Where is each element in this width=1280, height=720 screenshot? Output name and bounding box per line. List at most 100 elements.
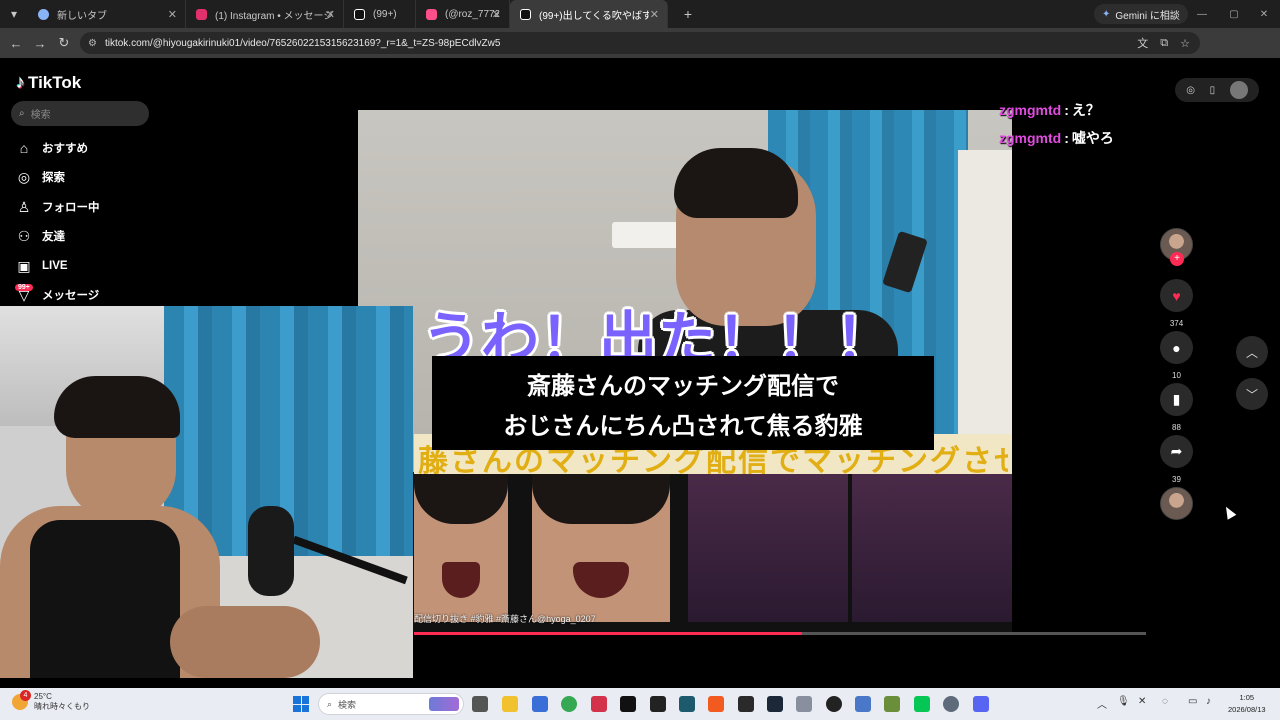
tab-label: 新しいタブ xyxy=(57,10,107,22)
search-icon: ⌕ xyxy=(19,108,25,119)
app-grey-icon[interactable] xyxy=(796,696,812,712)
webcam-overlay xyxy=(0,306,413,678)
speaker-icon[interactable]: ♪ xyxy=(1206,696,1211,707)
terminal-icon[interactable] xyxy=(650,696,666,712)
comment-user: zgmgmtd xyxy=(999,130,1062,146)
chevron-up-icon[interactable]: ︿ xyxy=(1097,696,1107,711)
tiktok-icon xyxy=(520,8,531,20)
next-video-button[interactable]: ﹀ xyxy=(1236,378,1268,410)
shelf xyxy=(958,150,1012,450)
translate-icon[interactable]: 文 xyxy=(1137,35,1148,51)
video-progress-bar[interactable] xyxy=(414,632,1146,635)
clock-time: 1:05 xyxy=(1239,693,1255,702)
browser-tab-roz[interactable]: (@roz_7772) | ✕ xyxy=(416,0,510,28)
bookmark-star-icon[interactable]: ☆ xyxy=(1180,37,1190,50)
search-icon: ⌕ xyxy=(327,698,333,709)
microphone-icon[interactable]: 🎙 xyxy=(1117,696,1130,707)
sound-avatar-button[interactable] xyxy=(1160,487,1193,520)
file-explorer-icon[interactable] xyxy=(502,696,518,712)
minimize-button[interactable]: — xyxy=(1186,0,1218,28)
nav-item-live[interactable]: ▣ LIVE xyxy=(15,255,67,277)
follow-plus-icon[interactable]: + xyxy=(1170,252,1184,266)
reload-button[interactable]: ↻ xyxy=(52,35,76,51)
browser-tab-strip: ▾ 新しいタブ ✕ (1) Instagram • メッセージ ✕ (99+) … xyxy=(0,0,1280,28)
messages-badge: 99+ xyxy=(15,284,33,291)
logo-text: TikTok xyxy=(28,72,82,92)
live-comment: zgmgmtd: 嘘やろ xyxy=(999,128,1114,148)
tiktok-icon[interactable] xyxy=(620,696,636,712)
minecraft-icon[interactable] xyxy=(884,696,900,712)
device-icon[interactable]: ▯ xyxy=(1210,85,1216,96)
discord-icon[interactable] xyxy=(973,696,989,712)
weather-desc: 晴れ時々くもり xyxy=(34,702,90,711)
like-button[interactable]: ♥ 374 xyxy=(1160,279,1193,328)
share-count: 39 xyxy=(1172,475,1181,484)
app-teal-icon[interactable] xyxy=(679,696,695,712)
browser-tab-tiktok[interactable]: (99+) xyxy=(344,0,416,28)
browser-tab-instagram[interactable]: (1) Instagram • メッセージ ✕ xyxy=(186,0,344,28)
close-window-button[interactable]: ✕ xyxy=(1248,0,1280,28)
gemini-icon: ✦ xyxy=(1102,8,1111,20)
nav-item-following[interactable]: ♙ フォロー中 xyxy=(15,196,100,218)
nav-label: 友達 xyxy=(42,231,65,243)
close-icon[interactable]: ✕ xyxy=(168,8,177,21)
caption-line-1: 斎藤さんのマッチング配信で xyxy=(527,373,839,400)
tiktok-logo[interactable]: ♪ TikTok xyxy=(16,72,81,93)
chevron-down-icon: ﹀ xyxy=(1245,387,1258,402)
save-button[interactable]: ▮ 88 xyxy=(1160,383,1193,432)
url-text: tiktok.com/@hiyougakirinuki01/video/7652… xyxy=(104,37,501,49)
forward-button[interactable]: → xyxy=(28,36,52,51)
mouse-cursor-icon xyxy=(1221,504,1237,520)
line-icon[interactable] xyxy=(914,696,930,712)
comment-button[interactable]: ● 10 xyxy=(1160,331,1193,380)
search-input[interactable]: ⌕ 検索 xyxy=(11,101,149,126)
face-tile xyxy=(414,474,508,622)
address-bar-row: ← → ↻ ⚙ tiktok.com/@hiyougakirinuki01/vi… xyxy=(0,28,1280,78)
browser-tab-active-video[interactable]: (99+)出してくる吹やばすぎでし ✕ xyxy=(510,0,668,28)
brave-icon[interactable] xyxy=(708,696,724,712)
avatar xyxy=(1160,487,1193,520)
network-icon[interactable]: ◌ xyxy=(1162,696,1168,707)
system-clock[interactable]: 1:05 2026/08/13 xyxy=(1228,692,1266,716)
avatar[interactable] xyxy=(1229,81,1248,99)
start-button[interactable] xyxy=(293,696,309,712)
gemini-label: Gemini に相談 xyxy=(1115,10,1180,22)
obs-icon[interactable] xyxy=(826,696,842,712)
settings-icon[interactable] xyxy=(943,696,959,712)
nav-item-explore[interactable]: ◎ 探索 xyxy=(15,166,65,188)
weather-badge: 4 xyxy=(20,690,31,701)
maximize-button[interactable]: ▢ xyxy=(1218,0,1250,28)
compass-icon[interactable]: ◎ xyxy=(1186,85,1195,96)
nav-item-friends[interactable]: ⚇ 友達 xyxy=(15,225,65,247)
gemini-button[interactable]: ✦ Gemini に相談 xyxy=(1094,4,1188,24)
install-app-icon[interactable]: ⧉ xyxy=(1160,37,1168,50)
site-info-icon[interactable]: ⚙ xyxy=(88,38,97,49)
close-icon[interactable]: ✕ xyxy=(326,8,335,21)
browser-tab-newtab[interactable]: 新しいタブ ✕ xyxy=(28,0,186,28)
weather-widget[interactable]: 4 25°C 晴れ時々くもり xyxy=(12,690,90,712)
task-view-icon[interactable] xyxy=(472,696,488,712)
close-icon[interactable]: ✕ xyxy=(1138,696,1146,707)
share-button[interactable]: ➦ 39 xyxy=(1160,435,1193,484)
chrome-icon[interactable] xyxy=(561,696,577,712)
app-red-icon[interactable] xyxy=(591,696,607,712)
nav-item-recommended[interactable]: ⌂ おすすめ xyxy=(15,137,88,159)
previous-video-button[interactable]: ︿ xyxy=(1236,336,1268,368)
creator-avatar-button[interactable]: + xyxy=(1160,228,1193,266)
live-comment: zgmgmtd: え？ xyxy=(999,100,1100,120)
app-green-arrow-icon[interactable] xyxy=(738,696,754,712)
steam-icon[interactable] xyxy=(767,696,783,712)
app-star-icon[interactable] xyxy=(855,696,871,712)
url-bar[interactable]: ⚙ tiktok.com/@hiyougakirinuki01/video/76… xyxy=(80,32,1200,54)
close-icon[interactable]: ✕ xyxy=(650,8,659,21)
share-icon: ➦ xyxy=(1160,435,1193,468)
video-player[interactable]: 藤さんのマッチング配信でマッチングさせる 配信切り抜き #豹雅 #斎藤さん@hy… xyxy=(358,110,1012,632)
taskbar-search[interactable]: ⌕ 検索 xyxy=(318,693,464,715)
app-blue-icon[interactable] xyxy=(532,696,548,712)
new-tab-button[interactable]: + xyxy=(676,6,700,22)
display-icon[interactable]: ▭ xyxy=(1188,696,1197,707)
tab-search-button[interactable]: ▾ xyxy=(0,0,28,28)
face-tile xyxy=(532,474,670,622)
close-icon[interactable]: ✕ xyxy=(492,8,501,21)
back-button[interactable]: ← xyxy=(4,36,28,51)
